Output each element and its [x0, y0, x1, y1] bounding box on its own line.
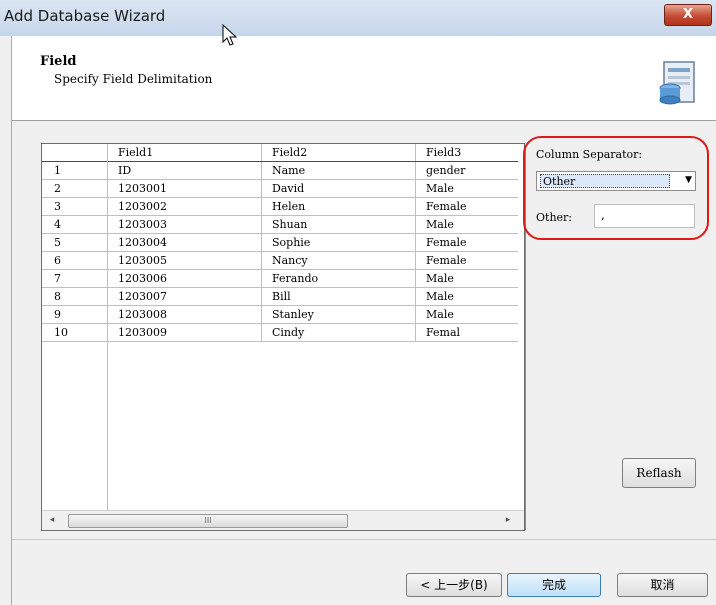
table-cell[interactable]: Sophie: [261, 233, 416, 252]
row-number: 5: [42, 233, 108, 252]
table-cell[interactable]: ID: [107, 161, 262, 180]
table-row[interactable]: 9 1203008 Stanley Male: [42, 305, 518, 324]
horizontal-scrollbar[interactable]: ◂ III ▸: [42, 510, 524, 530]
column-header[interactable]: Field2: [261, 144, 416, 162]
data-preview-grid[interactable]: Field1 Field2 Field3 1 ID Name gender 2 12030…: [41, 143, 525, 531]
cancel-button[interactable]: 取消: [617, 573, 708, 597]
grid-column-divider: [107, 144, 108, 510]
table-cell[interactable]: David: [261, 179, 416, 198]
row-number: 10: [42, 323, 108, 342]
table-row[interactable]: 6 1203005 Nancy Female: [42, 251, 518, 270]
table-cell[interactable]: gender: [415, 161, 518, 180]
table-cell[interactable]: Male: [415, 215, 518, 234]
mouse-cursor-icon: [222, 24, 238, 46]
grid-body: 1 ID Name gender 2 1203001 David Male 3 1203002 He…: [42, 161, 518, 342]
table-cell[interactable]: 1203002: [107, 197, 262, 216]
window-title: Add Database Wizard: [4, 7, 166, 25]
title-bar: Add Database Wizard X: [0, 0, 716, 36]
column-header[interactable]: Field3: [415, 144, 518, 162]
scroll-right-icon[interactable]: ▸: [503, 515, 513, 525]
table-cell[interactable]: Shuan: [261, 215, 416, 234]
row-number: 8: [42, 287, 108, 306]
close-button[interactable]: X: [664, 4, 712, 26]
table-cell[interactable]: 1203003: [107, 215, 262, 234]
table-cell[interactable]: Female: [415, 197, 518, 216]
footer-divider: [12, 539, 716, 540]
row-number: 7: [42, 269, 108, 288]
table-cell[interactable]: 1203006: [107, 269, 262, 288]
column-header[interactable]: Field1: [107, 144, 262, 162]
finish-button[interactable]: 完成: [507, 573, 601, 597]
table-cell[interactable]: Bill: [261, 287, 416, 306]
table-row[interactable]: 8 1203007 Bill Male: [42, 287, 518, 306]
table-cell[interactable]: Male: [415, 287, 518, 306]
table-cell[interactable]: Stanley: [261, 305, 416, 324]
row-number: 4: [42, 215, 108, 234]
table-row[interactable]: 4 1203003 Shuan Male: [42, 215, 518, 234]
back-button[interactable]: < 上一步(B): [406, 573, 502, 597]
table-cell[interactable]: Female: [415, 233, 518, 252]
table-row[interactable]: 3 1203002 Helen Female: [42, 197, 518, 216]
table-cell[interactable]: 1203004: [107, 233, 262, 252]
table-cell[interactable]: Ferando: [261, 269, 416, 288]
row-number: 6: [42, 251, 108, 270]
table-row[interactable]: 5 1203004 Sophie Female: [42, 233, 518, 252]
header-title: Field: [40, 54, 77, 69]
table-cell[interactable]: 1203009: [107, 323, 262, 342]
row-number: 3: [42, 197, 108, 216]
table-row[interactable]: 1 ID Name gender: [42, 161, 518, 180]
table-cell[interactable]: Male: [415, 179, 518, 198]
table-cell[interactable]: Male: [415, 269, 518, 288]
table-row[interactable]: 7 1203006 Ferando Male: [42, 269, 518, 288]
header-subtitle: Specify Field Delimitation: [54, 72, 213, 86]
table-row[interactable]: 10 1203009 Cindy Femal: [42, 323, 518, 342]
table-cell[interactable]: 1203008: [107, 305, 262, 324]
scroll-left-icon[interactable]: ◂: [47, 515, 57, 525]
table-cell[interactable]: Male: [415, 305, 518, 324]
table-cell[interactable]: Helen: [261, 197, 416, 216]
database-wizard-icon: [659, 61, 695, 105]
table-cell[interactable]: Nancy: [261, 251, 416, 270]
scroll-grip-icon: III: [204, 516, 212, 525]
row-number: 2: [42, 179, 108, 198]
row-number: 1: [42, 161, 108, 180]
table-cell[interactable]: Female: [415, 251, 518, 270]
reflash-button[interactable]: Reflash: [622, 458, 696, 488]
row-number: 9: [42, 305, 108, 324]
grid-header-row: Field1 Field2 Field3: [42, 144, 518, 162]
row-header-corner: [42, 144, 108, 162]
table-cell[interactable]: Name: [261, 161, 416, 180]
wizard-header: Field Specify Field Delimitation: [12, 36, 716, 121]
table-cell[interactable]: Femal: [415, 323, 518, 342]
scroll-thumb[interactable]: III: [68, 514, 348, 528]
table-cell[interactable]: 1203005: [107, 251, 262, 270]
annotation-highlight: [523, 136, 709, 240]
table-cell[interactable]: 1203001: [107, 179, 262, 198]
grid-table: Field1 Field2 Field3 1 ID Name gender 2 12030…: [42, 144, 518, 342]
table-row[interactable]: 2 1203001 David Male: [42, 179, 518, 198]
table-cell[interactable]: Cindy: [261, 323, 416, 342]
close-icon: X: [682, 7, 694, 22]
table-cell[interactable]: 1203007: [107, 287, 262, 306]
